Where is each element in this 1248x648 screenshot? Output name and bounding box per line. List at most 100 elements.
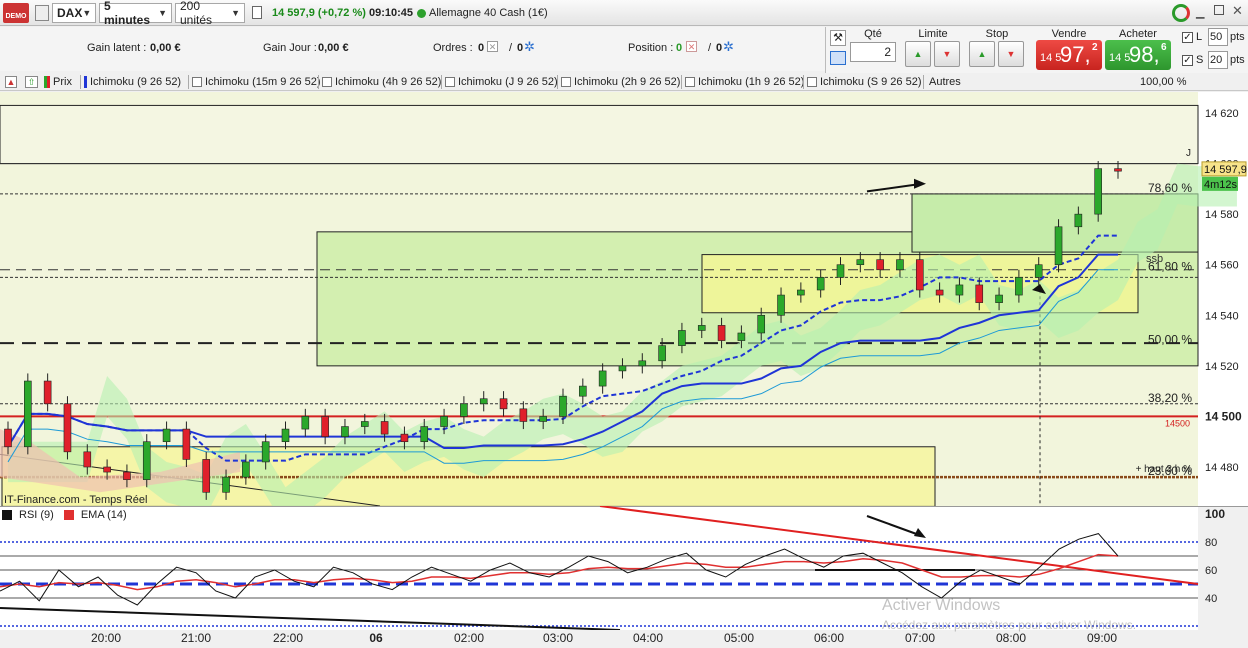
sell-button[interactable]: 14 5 97, 2 (1036, 40, 1102, 70)
candle (737, 332, 746, 341)
close-icon[interactable]: ✕ (1232, 3, 1243, 19)
legend-item-ichimoku-1h[interactable]: Ichimoku (1h 9 26 52) (685, 75, 804, 89)
units-selector[interactable]: 200 unités ▼ (175, 0, 245, 27)
position-value-2: 0 (716, 42, 723, 54)
candle (43, 380, 52, 405)
legend-item-ichimoku-4h[interactable]: Ichimoku (4h 9 26 52) (322, 75, 441, 89)
chevron-down-icon: ▼ (231, 8, 240, 18)
candle (618, 365, 627, 372)
quote-line: 14 597,9 (+0,72 %) 09:10:45 (272, 7, 413, 19)
candle (301, 416, 310, 430)
legend-item-ichimoku-j[interactable]: Ichimoku (J 9 26 52) (445, 75, 558, 89)
rsi-swatch (2, 510, 12, 520)
fib-label: 78,60 % (1148, 181, 1192, 195)
s-points-unit: pts (1230, 54, 1245, 66)
quote-time: 09:10:45 (368, 7, 413, 19)
legend-item-ichimoku[interactable]: Ichimoku (9 26 52) (84, 75, 181, 89)
qty-input[interactable]: 2 (850, 42, 896, 62)
legend-item-ichimoku-2h[interactable]: Ichimoku (2h 9 26 52) (561, 75, 680, 89)
candle (638, 360, 647, 367)
candle (142, 441, 151, 480)
wrench-icon[interactable]: ⚒ (830, 30, 846, 46)
x-tick-label: 09:00 (1087, 631, 1117, 645)
timeframe-selector[interactable]: 5 minutes ▼ (99, 0, 172, 27)
keyboard-icon[interactable] (830, 51, 846, 65)
legend-item-autres[interactable]: Autres (929, 75, 961, 89)
instrument-selector[interactable]: DAX ▼ (52, 3, 96, 23)
candle (202, 459, 211, 493)
gear-icon[interactable]: ✲ (723, 39, 734, 55)
candle (420, 426, 429, 443)
close-position-icon[interactable]: ✕ (686, 41, 697, 52)
candle (360, 421, 369, 427)
candle (4, 428, 12, 448)
l-points-unit: pts (1230, 31, 1245, 43)
position-separator: / (708, 42, 712, 54)
l-points-value: 50 (1210, 31, 1223, 43)
cancel-orders-icon[interactable]: ✕ (487, 41, 498, 52)
stop-checkbox[interactable]: ✓ (1182, 55, 1193, 66)
refresh-icon[interactable] (1172, 4, 1190, 22)
watermark-title: Activer Windows (882, 597, 1001, 614)
limit-sell-button[interactable]: ▼ (934, 41, 960, 67)
legend-label: Ichimoku (1h 9 26 52) (698, 76, 805, 88)
ordres-label: Ordres : (433, 42, 473, 54)
x-tick-label: 05:00 (724, 631, 754, 645)
candle (598, 370, 607, 387)
legend-label: Ichimoku (9 26 52) (90, 76, 182, 88)
s-points-input[interactable]: 20 (1208, 51, 1228, 69)
ema-swatch (63, 510, 74, 520)
legend-item-ichimoku-s[interactable]: Ichimoku (S 9 26 52) (807, 75, 922, 89)
demo-logo: DEMO (3, 3, 29, 23)
up-arrow-icon[interactable]: ⇧ (25, 76, 38, 88)
candle (697, 325, 706, 331)
time-axis: 20:00 21:00 22:00 06 02:00 03:00 04:00 05:00 06:… (0, 630, 1248, 648)
ordres-value: 0 (478, 42, 485, 54)
rsi-divider (0, 506, 1248, 507)
qty-label: Qté (864, 28, 882, 40)
limit-checkbox[interactable]: ✓ (1182, 32, 1193, 43)
candle (1114, 168, 1122, 172)
indicator-legend: ▲ ⇧ Prix Ichimoku (9 26 52) Ichimoku (15… (0, 73, 1248, 91)
buy-price-sup: 6 (1161, 42, 1167, 53)
timeframe-label: 5 minutes (104, 0, 151, 27)
rsi-tick-label: 100 (1205, 507, 1225, 521)
x-tick-label: 08:00 (996, 631, 1026, 645)
x-tick-label: 06 (369, 631, 383, 645)
level-14500-label: 14500 (1165, 419, 1190, 429)
gain-jour-value: 0,00 € (318, 42, 349, 54)
candle (955, 284, 964, 296)
layout-icon[interactable] (35, 5, 49, 21)
candle (103, 466, 111, 473)
candle (896, 259, 904, 271)
l-points-input[interactable]: 50 (1208, 28, 1228, 46)
candle (242, 461, 250, 478)
ordres-value-2: 0 (517, 42, 524, 54)
chart-icon[interactable] (252, 6, 262, 19)
buy-price-small: 14 5 (1109, 52, 1131, 64)
x-tick-label: 04:00 (633, 631, 663, 645)
candle (816, 277, 825, 291)
y-tick-label: 14 620 (1205, 108, 1239, 120)
ema-legend-label: EMA (14) (80, 509, 127, 521)
candle (63, 403, 72, 453)
minimize-icon[interactable]: ▁ (1196, 6, 1204, 19)
demo-badge: DEMO (5, 13, 27, 20)
legend-label: Prix (53, 76, 72, 88)
legend-item-ichimoku-15m[interactable]: Ichimoku (15m 9 26 52) (192, 75, 321, 89)
y-tick-label: 14 480 (1205, 462, 1239, 474)
stop-buy-button[interactable]: ▲ (969, 41, 995, 67)
market-name: Allemagne 40 Cash (1€) (429, 7, 548, 19)
legend-item-prix[interactable]: Prix (44, 75, 72, 89)
rsi-tick-label: 40 (1205, 593, 1217, 605)
buy-button[interactable]: 14 5 98, 6 (1105, 40, 1171, 70)
stop-sell-button[interactable]: ▼ (998, 41, 1024, 67)
chevron-down-icon: ▼ (82, 8, 92, 18)
collapse-icon[interactable]: ▲ (5, 76, 17, 88)
price-chart[interactable]: Jssb 14 62014 60014 58014 56014 54014 52… (0, 92, 1248, 506)
x-tick-label: 20:00 (91, 631, 121, 645)
gear-icon[interactable]: ✲ (524, 39, 535, 55)
maximize-icon[interactable] (1214, 5, 1224, 15)
limit-buy-button[interactable]: ▲ (905, 41, 931, 67)
candle (499, 398, 508, 410)
